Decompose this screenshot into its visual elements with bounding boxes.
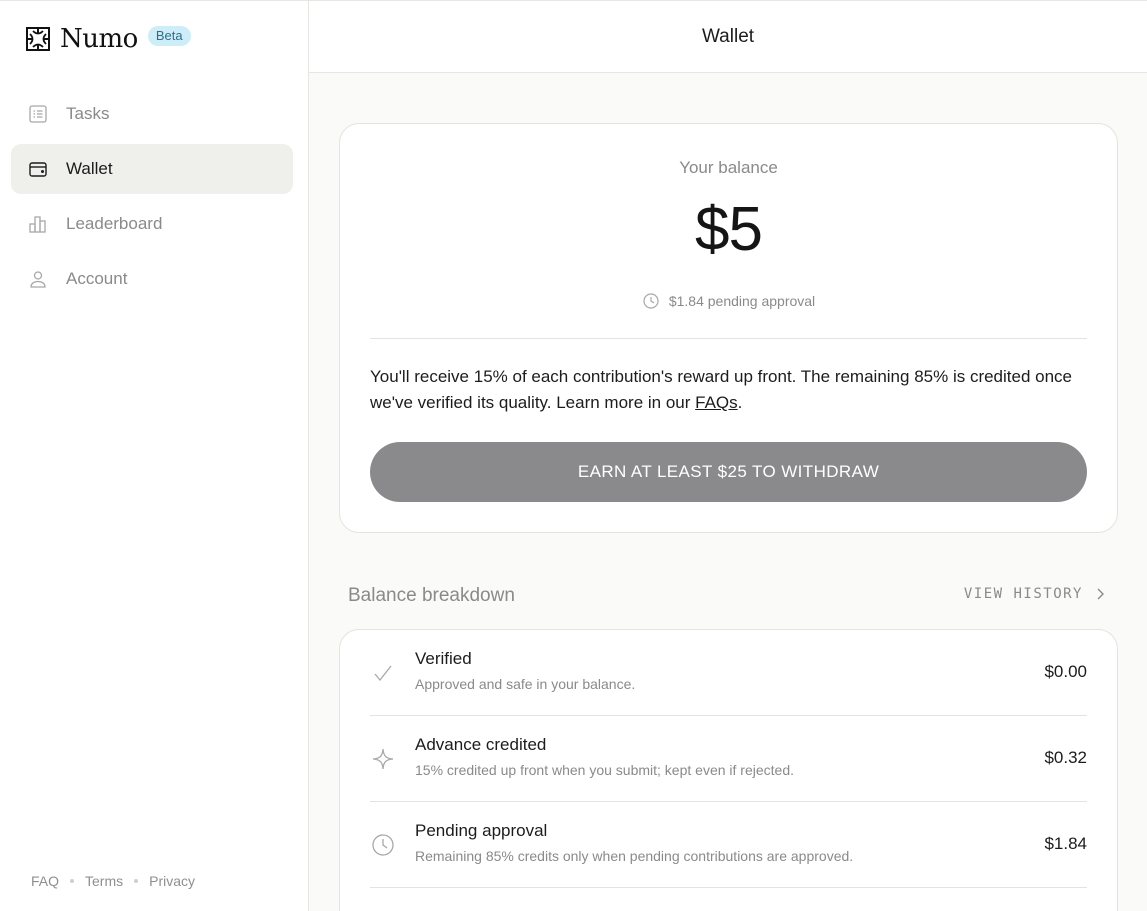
page-header: Wallet [309,0,1147,73]
main-content: Your balance $5 $1.84 pending approval Y… [309,73,1147,911]
sidebar-nav: Tasks Wallet Leaderboard Account [11,89,293,309]
user-icon [28,269,48,289]
sparkle-icon [370,746,396,772]
brand[interactable]: Numo Beta [26,23,191,55]
balance-breakdown-title: Balance breakdown [348,585,515,606]
breakdown-row-title: Verified [415,649,472,668]
leaderboard-bars-icon [28,214,48,234]
beta-badge: Beta [147,26,191,46]
breakdown-row-desc: 15% credited up front when you submit; k… [415,762,794,778]
chevron-right-icon [1097,588,1104,600]
view-history-link[interactable]: VIEW HISTORY [964,586,1107,602]
divider [370,338,1087,339]
view-history-label: VIEW HISTORY [963,586,1083,602]
clock-icon [370,832,396,858]
breakdown-row-value: $0.00 [1044,662,1087,681]
footer-separator [134,879,139,883]
pending-approval-summary: $1.84 pending approval [340,292,1117,310]
sidebar-item-label: Leaderboard [66,214,163,233]
faq-link[interactable]: FAQ [31,873,59,889]
breakdown-row-desc: Approved and safe in your balance. [415,676,636,692]
sidebar-item-account[interactable]: Account [11,254,293,304]
sidebar-item-wallet[interactable]: Wallet [11,144,293,194]
sidebar-item-label: Tasks [66,104,110,123]
sidebar-item-label: Account [66,269,128,288]
breakdown-row-pending: Pending approval Remaining 85% credits o… [370,802,1087,888]
balance-breakdown-card: Verified Approved and safe in your balan… [339,629,1118,911]
sidebar: Numo Beta Tasks Wallet Leaderboard Accou… [0,0,309,911]
faqs-link[interactable]: FAQs [695,393,738,412]
check-icon [370,660,396,686]
brand-name: Numo [60,24,138,54]
breakdown-row-value: $0.32 [1044,748,1087,767]
breakdown-row-value: $1.84 [1044,834,1087,853]
balance-label: Your balance [679,158,778,177]
breakdown-row-title: Advance credited [415,735,547,754]
breakdown-row-desc: Remaining 85% credits only when pending … [415,848,854,864]
terms-link[interactable]: Terms [85,873,123,889]
breakdown-row-verified: Verified Approved and safe in your balan… [370,630,1087,716]
balance-card: Your balance $5 $1.84 pending approval Y… [339,123,1118,533]
tasks-list-icon [28,104,48,124]
balance-amount: $5 [695,195,763,264]
pending-approval-text: $1.84 pending approval [668,293,816,309]
numo-logo-icon [26,27,50,51]
sidebar-item-leaderboard[interactable]: Leaderboard [11,199,293,249]
clock-icon [643,293,659,309]
withdraw-button[interactable]: EARN AT LEAST $25 TO WITHDRAW [370,442,1087,502]
wallet-icon [28,159,48,179]
page-title: Wallet [701,25,755,47]
reward-info-text: You'll receive 15% of each contribution'… [370,364,1089,416]
reward-info-end: . [737,393,743,412]
privacy-link[interactable]: Privacy [149,873,195,889]
footer-separator [70,879,75,883]
breakdown-row-title: Pending approval [415,821,548,840]
sidebar-item-label: Wallet [66,159,113,178]
footer-links: FAQ Terms Privacy [31,873,195,889]
sidebar-item-tasks[interactable]: Tasks [11,89,293,139]
breakdown-row-advance: Advance credited 15% credited up front w… [370,716,1087,802]
